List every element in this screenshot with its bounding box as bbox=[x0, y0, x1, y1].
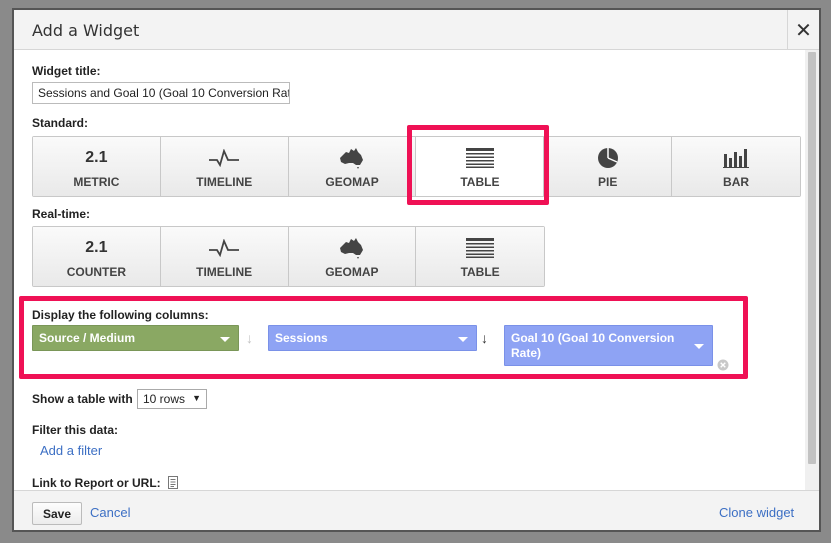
metric-select-label: Sessions bbox=[275, 331, 328, 345]
dialog-footer: Save Cancel Clone widget bbox=[14, 490, 819, 530]
standard-widget-types: 2.1 METRIC TIMELINE GEOMAP TABLE PIE BAR bbox=[32, 136, 801, 197]
timeline-icon bbox=[209, 239, 240, 257]
dialog-content: Widget title: Sessions and Goal 10 (Goal… bbox=[14, 50, 805, 490]
dialog-titlebar: Add a Widget ✕ bbox=[14, 10, 819, 50]
realtime-label: Real-time: bbox=[32, 207, 91, 221]
sort-arrow-icon[interactable]: ↓ bbox=[246, 330, 253, 346]
table-icon bbox=[466, 238, 495, 258]
standard-table-button[interactable]: TABLE bbox=[416, 137, 545, 196]
link-report-label: Link to Report or URL: bbox=[32, 476, 161, 490]
pie-icon bbox=[597, 148, 618, 168]
cancel-link[interactable]: Cancel bbox=[90, 505, 130, 520]
metric-select-goal-10[interactable]: Goal 10 (Goal 10 Conversion Rate) bbox=[504, 325, 713, 366]
close-button[interactable]: ✕ bbox=[787, 10, 819, 50]
scrollbar-thumb[interactable] bbox=[808, 52, 816, 464]
standard-pie-label: PIE bbox=[598, 175, 618, 189]
realtime-timeline-button[interactable]: TIMELINE bbox=[160, 227, 289, 286]
remove-column-icon[interactable] bbox=[717, 359, 729, 371]
backdrop-right bbox=[823, 0, 831, 543]
realtime-geomap-label: GEOMAP bbox=[325, 265, 379, 279]
chevron-down-icon bbox=[694, 344, 704, 349]
metric-number-icon: 2.1 bbox=[85, 149, 108, 166]
realtime-counter-button[interactable]: 2.1 COUNTER bbox=[33, 227, 161, 286]
standard-pie-button[interactable]: PIE bbox=[544, 137, 673, 196]
timeline-icon bbox=[209, 149, 240, 167]
realtime-table-label: TABLE bbox=[460, 265, 500, 279]
add-widget-dialog: Add a Widget ✕ Widget title: Sessions an… bbox=[12, 8, 821, 532]
standard-geomap-label: GEOMAP bbox=[325, 175, 379, 189]
dialog-title: Add a Widget bbox=[32, 21, 140, 40]
standard-table-label: TABLE bbox=[460, 175, 500, 189]
rows-count-select[interactable]: 10 rows ▼ bbox=[137, 389, 207, 409]
chevron-down-icon bbox=[220, 337, 230, 342]
widget-title-input[interactable]: Sessions and Goal 10 (Goal 10 Conversion… bbox=[32, 82, 290, 104]
bar-icon bbox=[723, 149, 750, 168]
counter-number-icon: 2.1 bbox=[85, 239, 108, 256]
standard-bar-label: BAR bbox=[723, 175, 750, 189]
standard-timeline-label: TIMELINE bbox=[196, 175, 253, 189]
rows-count-value: 10 rows bbox=[143, 392, 186, 406]
standard-timeline-button[interactable]: TIMELINE bbox=[160, 137, 289, 196]
metric-select-label-line1: Goal 10 (Goal 10 Conversion bbox=[511, 331, 675, 345]
standard-label: Standard: bbox=[32, 116, 89, 130]
australia-map-icon bbox=[339, 238, 363, 259]
filter-label: Filter this data: bbox=[32, 423, 119, 437]
table-icon bbox=[465, 148, 494, 168]
columns-label: Display the following columns: bbox=[32, 308, 209, 322]
dimension-select-label: Source / Medium bbox=[39, 331, 136, 345]
australia-map-icon bbox=[340, 148, 364, 169]
chevron-down-icon bbox=[458, 337, 468, 342]
standard-metric-label: METRIC bbox=[73, 175, 120, 189]
scrollbar[interactable] bbox=[805, 50, 819, 490]
standard-geomap-button[interactable]: GEOMAP bbox=[288, 137, 417, 196]
show-table-label: Show a table with bbox=[32, 392, 133, 406]
add-filter-link[interactable]: Add a filter bbox=[40, 443, 102, 458]
realtime-widget-types: 2.1 COUNTER TIMELINE GEOMAP TABLE bbox=[32, 226, 545, 287]
save-button[interactable]: Save bbox=[32, 502, 82, 525]
standard-bar-button[interactable]: BAR bbox=[672, 137, 800, 196]
caret-down-icon: ▼ bbox=[192, 393, 201, 403]
dimension-select-source-medium[interactable]: Source / Medium bbox=[32, 325, 239, 351]
sort-arrow-icon[interactable]: ↓ bbox=[481, 330, 488, 346]
metric-select-sessions[interactable]: Sessions bbox=[268, 325, 477, 351]
close-icon: ✕ bbox=[795, 19, 812, 42]
realtime-timeline-label: TIMELINE bbox=[196, 265, 253, 279]
realtime-counter-label: COUNTER bbox=[66, 265, 127, 279]
clone-widget-link[interactable]: Clone widget bbox=[719, 505, 794, 520]
realtime-geomap-button[interactable]: GEOMAP bbox=[288, 227, 417, 286]
standard-metric-button[interactable]: 2.1 METRIC bbox=[33, 137, 161, 196]
realtime-table-button[interactable]: TABLE bbox=[416, 227, 544, 286]
document-icon bbox=[168, 476, 178, 489]
widget-title-label: Widget title: bbox=[32, 64, 101, 78]
metric-select-label-line2: Rate) bbox=[511, 346, 542, 360]
